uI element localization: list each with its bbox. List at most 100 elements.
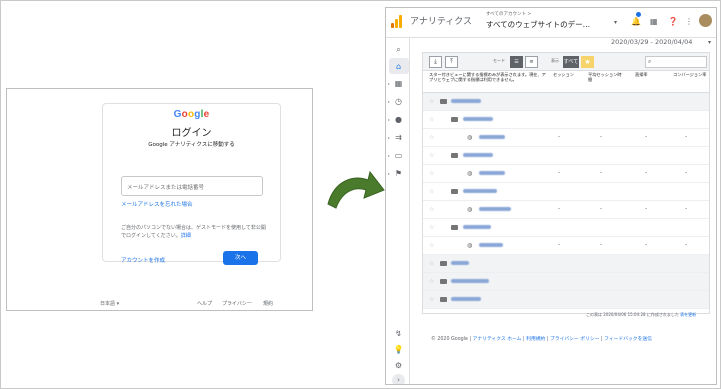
account-row[interactable]: ☆ — [423, 273, 709, 291]
date-range[interactable]: 2020/03/29 - 2020/04/04 — [611, 38, 692, 46]
account-view-selector[interactable]: すべてのウェブサイトのデー… — [486, 19, 590, 30]
account-row[interactable]: ☆ — [423, 93, 709, 111]
redacted-view-name[interactable] — [479, 171, 505, 175]
attribution-icon[interactable]: ↯ — [393, 328, 404, 339]
star-filter-icon[interactable]: ★ — [581, 56, 594, 68]
home-icon[interactable]: ⌂ — [393, 61, 404, 72]
expand-sidebar-icon[interactable]: › — [392, 374, 405, 384]
email-field[interactable]: メールアドレスまたは電話番号 — [121, 176, 263, 196]
column-sessions[interactable]: セッション — [553, 72, 577, 77]
redacted-property-name[interactable] — [463, 189, 497, 193]
behavior-icon[interactable]: ▭ — [393, 150, 404, 161]
conversion-rate-value: - — [685, 241, 688, 248]
redacted-account-name[interactable] — [451, 99, 481, 103]
audience-person-icon[interactable]: ● — [393, 114, 404, 125]
view-row[interactable]: ☆ ◍ - - - - — [423, 237, 709, 255]
next-button[interactable]: 次へ — [223, 251, 258, 265]
star-icon[interactable]: ☆ — [429, 98, 434, 105]
realtime-clock-icon[interactable]: ◷ — [393, 96, 404, 107]
redacted-property-name[interactable] — [463, 225, 491, 229]
ga-header: アナリティクス すべてのアカウント > すべてのウェブサイトのデー… ▾ 🔔 ▦… — [386, 8, 716, 38]
search-icon[interactable]: ⌕ — [393, 44, 404, 55]
search-input[interactable]: ⌕ — [645, 56, 707, 68]
expand-triangle-icon[interactable]: ▸ — [388, 99, 390, 104]
property-row[interactable]: ☆ — [423, 219, 709, 237]
customization-icon[interactable]: ▦ — [393, 78, 404, 89]
guest-mode-message: ご自分のパソコンでない場合は、ゲストモードを使用して非公開でログインしてください… — [121, 225, 266, 239]
more-options-icon[interactable]: ⋮ — [685, 17, 693, 26]
upload-icon[interactable]: ⤒ — [445, 56, 458, 68]
help-link[interactable]: ヘルプ — [197, 300, 212, 307]
table-footnote: この表は 2020/04/06 15:04:28 に作成されました 表を更新 — [586, 312, 696, 318]
redacted-account-name[interactable] — [451, 261, 469, 265]
apps-grid-icon[interactable]: ▦ — [650, 17, 658, 26]
learn-more-link[interactable]: 詳細 — [181, 233, 191, 239]
column-bounce-rate[interactable]: 直帰率 — [635, 72, 659, 77]
star-icon[interactable]: ☆ — [429, 224, 434, 231]
redacted-property-name[interactable] — [463, 117, 493, 121]
property-row[interactable]: ☆ — [423, 183, 709, 201]
terms-link[interactable]: 規約 — [263, 300, 273, 307]
chevron-down-icon[interactable]: ▾ — [708, 39, 711, 46]
star-icon[interactable]: ☆ — [429, 170, 434, 177]
expand-triangle-icon[interactable]: ▸ — [388, 153, 390, 158]
bell-icon[interactable]: 🔔 — [631, 17, 641, 26]
redacted-view-name[interactable] — [479, 243, 503, 247]
redacted-property-name[interactable] — [463, 153, 493, 157]
view-row[interactable]: ☆ ◍ - - - - — [423, 129, 709, 147]
expand-triangle-icon[interactable]: ▸ — [388, 117, 390, 122]
screenshot-frame: Google ログイン Google アナリティクスに移動する メールアドレスま… — [0, 0, 721, 389]
redacted-view-name[interactable] — [479, 207, 511, 211]
view-row[interactable]: ☆ ◍ - - - - — [423, 201, 709, 219]
acquisition-icon[interactable]: ⇉ — [393, 132, 404, 143]
view-row[interactable]: ☆ ◍ - - - - — [423, 165, 709, 183]
star-icon[interactable]: ☆ — [429, 188, 434, 195]
expand-triangle-icon[interactable]: ▸ — [388, 81, 390, 86]
refresh-table-link[interactable]: 表を更新 — [680, 312, 696, 317]
column-conversion-rate[interactable]: コンバージョン率 — [673, 72, 707, 77]
google-login-window: Google ログイン Google アナリティクスに移動する メールアドレスま… — [6, 88, 313, 311]
account-row[interactable]: ☆ — [423, 291, 709, 309]
sessions-value: - — [558, 205, 561, 212]
lightbulb-icon[interactable]: 💡 — [393, 344, 404, 355]
terms-link[interactable]: 利用規約 — [526, 337, 545, 342]
redacted-view-name[interactable] — [479, 135, 505, 139]
mode-tree-icon[interactable]: ☰ — [510, 56, 523, 68]
mode-list-icon[interactable]: ≡ — [525, 56, 538, 68]
redacted-account-name[interactable] — [451, 279, 489, 283]
language-select[interactable]: 日本語 ▾ — [100, 300, 119, 307]
star-icon[interactable]: ☆ — [429, 152, 434, 159]
gear-icon[interactable]: ⚙ — [393, 360, 404, 371]
folder-icon — [440, 261, 447, 266]
star-icon[interactable]: ☆ — [429, 206, 434, 213]
expand-triangle-icon[interactable]: ▸ — [388, 171, 390, 176]
show-all-button[interactable]: すべて — [563, 56, 579, 68]
conversions-flag-icon[interactable]: ⚑ — [393, 168, 404, 179]
privacy-policy-link[interactable]: プライバシー ポリシー — [550, 337, 599, 342]
column-avg-duration[interactable]: 平均セッション時間 — [588, 72, 622, 82]
chevron-down-icon[interactable]: ▾ — [614, 19, 617, 26]
expand-triangle-icon[interactable]: ▸ — [388, 135, 390, 140]
star-icon[interactable]: ☆ — [429, 278, 434, 285]
create-account-link[interactable]: アカウントを作成 — [121, 256, 165, 264]
star-icon[interactable]: ☆ — [429, 242, 434, 249]
account-row[interactable]: ☆ — [423, 255, 709, 273]
avatar[interactable] — [699, 14, 712, 27]
download-icon[interactable]: ⤓ — [429, 56, 442, 68]
star-icon[interactable]: ☆ — [429, 116, 434, 123]
property-row[interactable]: ☆ — [423, 111, 709, 129]
avg-duration-value: - — [600, 205, 603, 212]
star-icon[interactable]: ☆ — [429, 296, 434, 303]
analytics-home-link[interactable]: アナリティクス ホーム — [473, 337, 522, 342]
property-row[interactable]: ☆ — [423, 147, 709, 165]
help-icon[interactable]: ❓ — [668, 17, 678, 26]
privacy-link[interactable]: プライバシー — [222, 300, 252, 307]
forgot-email-link[interactable]: メールアドレスを忘れた場合 — [121, 200, 193, 208]
account-breadcrumb[interactable]: すべてのアカウント > — [486, 11, 531, 17]
redacted-account-name[interactable] — [451, 297, 481, 301]
feedback-link[interactable]: フィードバックを送信 — [604, 337, 652, 342]
folder-icon — [451, 153, 458, 158]
star-icon[interactable]: ☆ — [429, 260, 434, 267]
star-icon[interactable]: ☆ — [429, 134, 434, 141]
column-notice: スター付きビューに関する指標のみが表示されます。現在、アプリとウェブに関する指標… — [429, 72, 546, 82]
